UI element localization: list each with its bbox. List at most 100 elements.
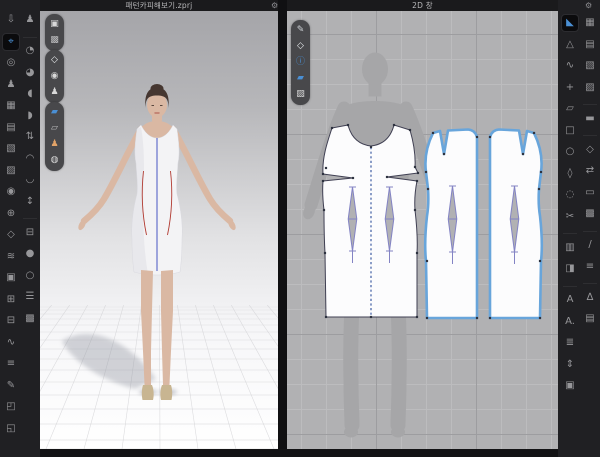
topstitch-tool-tool[interactable]: ∿ (3, 335, 19, 351)
cut-and-sew-icon: ✂ (566, 212, 574, 222)
edit-pattern-tool[interactable]: △ (562, 37, 578, 53)
trace-tool-tool[interactable]: ◌ (562, 187, 578, 203)
free-sewing-2d-tool[interactable]: ▧ (582, 58, 598, 74)
avatar-shoes-tool[interactable]: ◡ (22, 172, 38, 188)
fold-garment-tool[interactable]: ◇ (582, 142, 598, 158)
sweater-tool-tool[interactable]: ▩ (582, 206, 598, 222)
quilting-tool-tool[interactable]: ▤ (582, 311, 598, 327)
awl-tool-tool[interactable]: ✎ (3, 378, 19, 394)
edit-sewing-tool[interactable]: ▨ (3, 163, 19, 179)
window-divider[interactable] (278, 0, 287, 449)
select-lasso-tool[interactable]: ◎ (3, 55, 19, 71)
flip-garment-tool[interactable]: ⇄ (582, 163, 598, 179)
seam-taping-icon: ≡ (586, 262, 594, 272)
fabric-off-tool[interactable]: ▱ (48, 122, 62, 135)
texture-display-tool[interactable]: ▨ (294, 88, 308, 101)
press-garment-tool[interactable]: ▭ (582, 185, 598, 201)
animation-mesh-tool[interactable]: ▩ (48, 34, 62, 47)
fabric-display-2d-tool[interactable]: ▰ (294, 72, 308, 85)
solidify-tool-tool[interactable]: ▣ (3, 270, 19, 286)
mn-sewing-2d-tool[interactable]: ▨ (582, 80, 598, 96)
simulate-garment-tool[interactable]: ◰ (3, 399, 19, 415)
skin-display-tool[interactable]: ♟ (48, 138, 62, 151)
scan-import-tool[interactable]: ▩ (22, 311, 38, 327)
import-garment-tool[interactable]: ⇩ (3, 12, 19, 28)
world-display-tool[interactable]: ◍ (48, 154, 62, 167)
select-move-tool[interactable]: ⌖ (3, 34, 19, 50)
edit-sewing-icon: ▨ (6, 166, 15, 176)
pose-arm-icon: ◖ (27, 89, 32, 99)
trace-tool-icon: ◌ (566, 190, 575, 200)
dress[interactable] (132, 125, 183, 275)
pattern-back-left[interactable] (425, 130, 477, 319)
fabric-on-tool[interactable]: ▰ (48, 106, 62, 119)
fabric-roll-tool[interactable]: ▥ (562, 240, 578, 256)
grading-tool-tool[interactable]: ∆ (582, 290, 598, 306)
avatar-tape-icon: ♟ (7, 80, 16, 90)
segment-sewing-tool[interactable]: ▤ (3, 120, 19, 136)
avatar-hair-tool[interactable]: ◠ (22, 151, 38, 167)
button-tool-tool[interactable]: ⊞ (3, 292, 19, 308)
edit-pattern-2d-tool[interactable]: ✎ (294, 24, 308, 37)
circle-pattern-tool[interactable]: ○ (562, 144, 578, 160)
hide-avatar-icon: ○ (26, 271, 35, 281)
pattern-info-tool[interactable]: ⓘ (294, 56, 308, 69)
zipper-tool-tool[interactable]: ⇕ (562, 357, 578, 373)
library-tool[interactable]: ☰ (22, 289, 38, 305)
hanger-tool-tool[interactable]: ≋ (3, 249, 19, 265)
shirring-tool-tool[interactable]: ≡ (3, 356, 19, 372)
titlebar-3d[interactable]: 패턴카피해보기.zprj (40, 0, 278, 11)
edit-curvature-tool[interactable]: ∿ (562, 58, 578, 74)
stamp-tool-tool[interactable]: ▣ (562, 378, 578, 394)
window-3d: 패턴카피해보기.zprj (40, 0, 278, 449)
avatar-walk-tool[interactable]: ♟ (22, 12, 38, 28)
library-icon: ☰ (26, 292, 35, 302)
avatar-display-tool[interactable]: ♟ (48, 86, 62, 99)
avatar-size-tool[interactable]: ↕ (22, 194, 38, 210)
avatar-edit-tool[interactable]: ⇅ (22, 129, 38, 145)
free-sewing-tool[interactable]: ▧ (3, 141, 19, 157)
simulate-tool[interactable]: ▣ (48, 18, 62, 31)
pattern-back-right[interactable] (490, 130, 542, 319)
pose-arm-tool[interactable]: ◖ (22, 86, 38, 102)
pin-garment-tool[interactable]: ◉ (48, 70, 62, 83)
hide-avatar-tool[interactable]: ○ (22, 268, 38, 284)
settings-gear-2d-icon[interactable]: ⚙ (585, 0, 592, 11)
polygon-pattern-tool[interactable]: ▱ (562, 101, 578, 117)
pattern-front[interactable] (323, 125, 418, 317)
pin-tool-tool[interactable]: ◉ (3, 184, 19, 200)
text-tool-tool[interactable]: A (562, 292, 578, 308)
pleats-tool-tool[interactable]: ≣ (562, 335, 578, 351)
transform-pattern-tool[interactable]: ◣ (562, 15, 578, 31)
slash-tool-tool[interactable]: / (582, 237, 598, 253)
sewing-machine-2d-tool[interactable]: ▦ (582, 15, 598, 31)
select-garment-tool[interactable]: ◇ (48, 54, 62, 67)
fold-arrangement-tool[interactable]: ◇ (3, 227, 19, 243)
settings-gear-3d-icon[interactable]: ⚙ (271, 0, 278, 11)
cut-and-sew-tool[interactable]: ✂ (562, 209, 578, 225)
tack-tool-tool[interactable]: ⊕ (3, 206, 19, 222)
complete-garment-tool[interactable]: ◱ (3, 421, 19, 437)
free-sewing-icon: ▧ (6, 144, 15, 154)
rectangle-pattern-tool[interactable]: □ (562, 123, 578, 139)
viewport-2d[interactable]: ✎ ◇ ⓘ ▰ ▨ (287, 11, 558, 449)
garment-fit-tool[interactable]: ⊟ (22, 225, 38, 241)
sewing-machine-tool[interactable]: ▦ (3, 98, 19, 114)
dart-tool-tool[interactable]: ◊ (562, 166, 578, 182)
seam-taping-tool[interactable]: ≡ (582, 259, 598, 275)
toolbar-3d-group-view: ▣▩ (45, 14, 64, 51)
show-avatar-tool[interactable]: ● (22, 246, 38, 262)
text-edit-tool[interactable]: A. (562, 314, 578, 330)
avatar-tape-tool[interactable]: ♟ (3, 77, 19, 93)
pattern-display-tool[interactable]: ◇ (294, 40, 308, 53)
pose-side-tool[interactable]: ◕ (22, 65, 38, 81)
add-point-tool[interactable]: + (562, 80, 578, 96)
buttonhole-tool-tool[interactable]: ⊟ (3, 313, 19, 329)
segment-sewing-2d-tool[interactable]: ▤ (582, 37, 598, 53)
titlebar-2d[interactable]: 2D 창 (287, 0, 558, 11)
pose-front-tool[interactable]: ◔ (22, 43, 38, 59)
pose-leg-tool[interactable]: ◗ (22, 108, 38, 124)
steam-iron-tool[interactable]: ▬ (582, 111, 598, 127)
graphic-tool-tool[interactable]: ◨ (562, 261, 578, 277)
viewport-3d[interactable]: ▣▩ ◇◉♟ ▰▱♟◍ (40, 11, 278, 449)
